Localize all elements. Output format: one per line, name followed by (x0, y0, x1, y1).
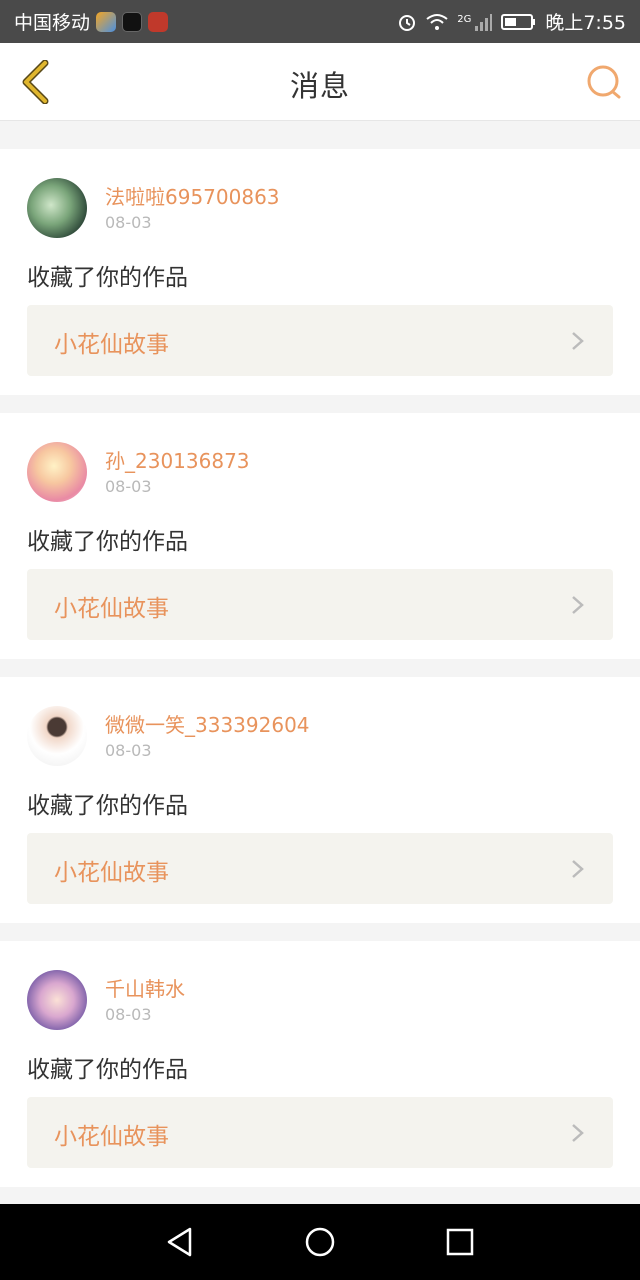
system-nav-bar (0, 1204, 640, 1280)
work-link-row[interactable]: 小花仙故事 (27, 569, 613, 640)
carrier-label: 中国移动 (14, 12, 91, 34)
message-card: 微微一笑_333392604 08-03 收藏了你的作品 小花仙故事 (0, 677, 640, 923)
status-bar: 中国移动 2G 晚上7:55 (0, 0, 640, 43)
message-list: 法啦啦695700863 08-03 收藏了你的作品 小花仙故事 孙_23013… (0, 131, 640, 1187)
app-header: 消息 (0, 43, 640, 121)
time-label: 晚上7:55 (545, 12, 626, 34)
network-type-label: 2G (457, 14, 472, 25)
battery-icon (501, 13, 536, 30)
message-date: 08-03 (105, 213, 152, 232)
action-text: 收藏了你的作品 (27, 1057, 188, 1083)
signal-icon (475, 13, 493, 31)
action-text: 收藏了你的作品 (27, 793, 188, 819)
username[interactable]: 法啦啦695700863 (105, 181, 280, 210)
message-card: 法啦啦695700863 08-03 收藏了你的作品 小花仙故事 (0, 149, 640, 395)
message-date: 08-03 (105, 741, 152, 760)
app-notification-icon (96, 11, 117, 32)
avatar[interactable] (27, 178, 87, 238)
search-button[interactable] (582, 60, 626, 104)
status-right: 2G 晚上7:55 (397, 8, 626, 35)
message-card: 孙_230136873 08-03 收藏了你的作品 小花仙故事 (0, 413, 640, 659)
chevron-right-icon (572, 596, 584, 614)
square-recent-icon (446, 1228, 474, 1256)
page-title: 消息 (289, 69, 350, 103)
work-link-row[interactable]: 小花仙故事 (27, 1097, 613, 1168)
work-link-row[interactable]: 小花仙故事 (27, 305, 613, 376)
username[interactable]: 微微一笑_333392604 (105, 709, 310, 738)
action-text: 收藏了你的作品 (27, 265, 188, 291)
work-title: 小花仙故事 (54, 596, 169, 622)
avatar[interactable] (27, 442, 87, 502)
avatar[interactable] (27, 706, 87, 766)
message-card: 千山韩水 08-03 收藏了你的作品 小花仙故事 (0, 941, 640, 1187)
circle-home-icon (305, 1227, 335, 1257)
nav-recent-button[interactable] (430, 1212, 490, 1272)
action-text: 收藏了你的作品 (27, 529, 188, 555)
chevron-right-icon (572, 332, 584, 350)
message-date: 08-03 (105, 477, 152, 496)
username[interactable]: 千山韩水 (105, 973, 185, 1002)
alarm-icon (399, 14, 416, 31)
chevron-right-icon (572, 860, 584, 878)
work-title: 小花仙故事 (54, 1124, 169, 1150)
search-icon (587, 65, 621, 99)
nav-back-button[interactable] (150, 1212, 210, 1272)
tiktok-notification-icon (122, 11, 143, 32)
message-date: 08-03 (105, 1005, 152, 1024)
username[interactable]: 孙_230136873 (105, 445, 250, 474)
chevron-right-icon (572, 1124, 584, 1142)
nav-home-button[interactable] (290, 1212, 350, 1272)
work-link-row[interactable]: 小花仙故事 (27, 833, 613, 904)
work-title: 小花仙故事 (54, 332, 169, 358)
wifi-icon (426, 13, 448, 30)
avatar[interactable] (27, 970, 87, 1030)
status-left: 中国移动 (14, 8, 169, 35)
work-title: 小花仙故事 (54, 860, 169, 886)
triangle-back-icon (167, 1227, 192, 1257)
huawei-notification-icon (148, 11, 169, 32)
